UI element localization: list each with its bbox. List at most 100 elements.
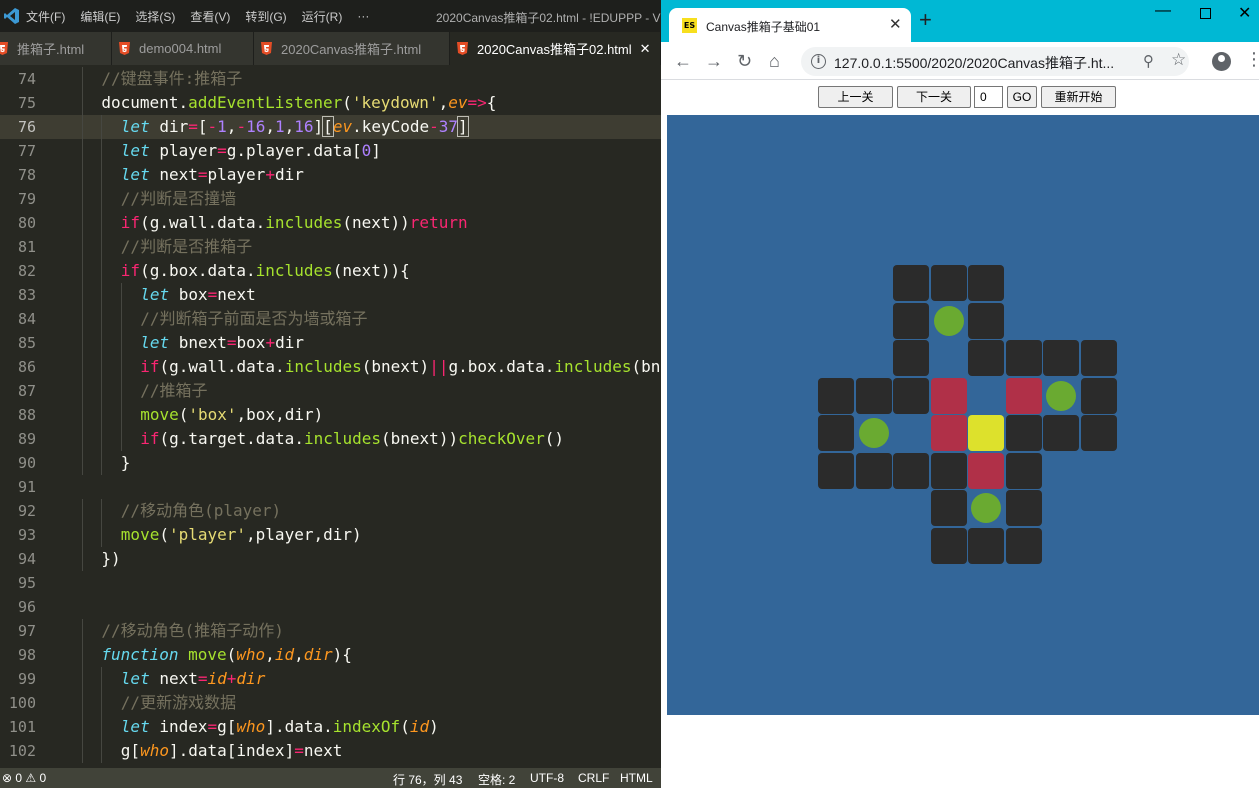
new-tab-button[interactable]: + [919,9,932,31]
code-line[interactable]: 94}) [0,547,661,571]
code-line[interactable]: 101 let index=g[who].data.indexOf(id) [0,715,661,739]
code-line[interactable]: 96 [0,595,661,619]
code-line[interactable]: 80 if(g.wall.data.includes(next))return [0,211,661,235]
code-line[interactable]: 88 move('box',box,dir) [0,403,661,427]
indent-guide [101,307,103,331]
code-line[interactable]: 76 let dir=[-1,-16,1,16][ev.keyCode-37] [0,115,661,139]
line-number: 92 [17,502,36,520]
line-number: 77 [17,142,36,160]
wall-tile [1005,452,1042,489]
box-tile [930,415,967,451]
menu-item[interactable]: 转到(G) [245,8,286,25]
restart-button[interactable]: 重新开始 [1041,86,1116,108]
cursor-position[interactable]: 行 76，列 43 [393,771,462,788]
address-bar[interactable]: i 127.0.0.1:5500/2020/2020Canvas推箱子.ht..… [801,47,1189,76]
problems-indicator[interactable]: ⊗ 0 ⚠ 0 [2,771,46,785]
code-line[interactable]: 90} [0,451,661,475]
menu-item[interactable]: ··· [357,9,369,23]
game-canvas[interactable] [667,115,1259,715]
code-line[interactable]: 79 //判断是否撞墙 [0,187,661,211]
code-text: let bnext=box+dir [140,333,304,352]
indent-guide [82,619,83,643]
code-text: let dir=[-1,-16,1,16][ev.keyCode-37] [120,116,469,137]
code-editor[interactable]: 74 //键盘事件:推箱子 75 document.addEventListener(… [0,65,661,768]
line-number: 90 [17,454,36,472]
back-icon[interactable]: ← [674,50,692,72]
indent-guide [82,547,83,571]
code-line[interactable]: 92 //移动角色(player) [0,499,661,523]
menu-item[interactable]: 运行(R) [302,8,343,25]
code-text: if(g.wall.data.includes(bnext)||g.box.da… [140,357,661,376]
code-line[interactable]: 81 //判断是否推箱子 [0,235,661,259]
menu-item[interactable]: 编辑(E) [80,8,120,25]
forward-icon[interactable]: → [705,50,723,72]
favicon-icon: ES [682,18,697,33]
language-mode[interactable]: HTML [620,771,653,785]
line-number: 101 [8,718,36,736]
code-line[interactable]: 95 [0,571,661,595]
line-number: 84 [17,310,36,328]
next-level-button[interactable]: 下一关 [897,86,971,108]
code-line[interactable]: 97 //移动角色(推箱子动作) [0,619,661,643]
home-icon[interactable]: ⌂ [769,50,780,72]
site-info-icon[interactable]: i [811,54,826,69]
code-line[interactable]: 78 let next=player+dir [0,163,661,187]
code-line[interactable]: 91 [0,475,661,499]
line-number: 93 [17,526,36,544]
minimize-icon[interactable]: — [1155,2,1171,20]
code-text: move('box',box,dir) [140,405,324,424]
code-line[interactable]: 85 let bnext=box+dir [0,331,661,355]
eol-setting[interactable]: CRLF [578,771,609,785]
code-line[interactable]: 82 if(g.box.data.includes(next)){ [0,259,661,283]
encoding-setting[interactable]: UTF-8 [530,771,564,785]
code-line[interactable]: 75 document.addEventListener('keydown',ev… [0,91,661,115]
code-line[interactable]: 83 let box=next [0,283,661,307]
reload-icon[interactable]: ↻ [737,50,752,72]
code-line[interactable]: 89 if(g.target.data.includes(bnext))check… [0,427,661,451]
line-number: 74 [17,70,36,88]
indent-guide [101,379,103,403]
code-text: move('player',player,dir) [120,525,362,544]
close-window-icon[interactable]: ✕ [1238,3,1251,23]
account-icon[interactable] [1212,52,1231,71]
code-line[interactable]: 102 g[who].data[index]=next [0,739,661,763]
level-input[interactable]: 0 [974,86,1003,108]
editor-tab-demo004[interactable]: demo004.html [112,32,254,65]
bookmark-star-icon[interactable]: ☆ [1171,50,1186,70]
wall-tile [893,265,929,301]
editor-tab-label: demo004.html [139,41,222,56]
menu-item[interactable]: 查看(V) [190,8,230,25]
go-button[interactable]: GO [1007,86,1037,108]
prev-level-button[interactable]: 上一关 [818,86,893,108]
code-line[interactable]: 93 move('player',player,dir) [0,523,661,547]
code-line[interactable]: 99 let next=id+dir [0,667,661,691]
maximize-icon[interactable] [1200,8,1211,19]
indentation-setting[interactable]: 空格: 2 [478,771,515,788]
zoom-icon[interactable]: ⚲ [1143,52,1154,70]
editor-tab-tuixiangzi[interactable]: 推箱子.html [0,32,112,65]
wall-tile [893,302,929,339]
code-line[interactable]: 84 //判断箱子前面是否为墙或箱子 [0,307,661,331]
close-tab-icon[interactable]: ✕ [889,15,902,33]
indent-guide [101,451,103,475]
code-text: //移动角色(推箱子动作) [101,621,284,640]
code-line[interactable]: 100 //更新游戏数据 [0,691,661,715]
indent-guide [101,523,103,547]
browser-menu-icon[interactable]: ⋮ [1245,49,1259,70]
code-line[interactable]: 87 //推箱子 [0,379,661,403]
menu-item[interactable]: 选择(S) [135,8,175,25]
wall-tile [855,377,892,414]
menu-item[interactable]: 文件(F) [26,8,65,25]
browser-tab[interactable]: ES Canvas推箱子基础01 ✕ [669,8,911,42]
code-line[interactable]: 86 if(g.wall.data.includes(bnext)||g.box.… [0,355,661,379]
code-line[interactable]: 74 //键盘事件:推箱子 [0,67,661,91]
code-line[interactable]: 98 function move(who,id,dir){ [0,643,661,667]
indent-guide [82,451,83,475]
page-content: 上一关 下一关 0 GO 重新开始 [661,81,1259,788]
code-line[interactable]: 77 let player=g.player.data[0] [0,139,661,163]
editor-tab-canvas-tuixiangzi[interactable]: 2020Canvas推箱子.html [254,32,450,65]
url-text[interactable]: 127.0.0.1:5500/2020/2020Canvas推箱子.ht... [834,53,1114,73]
code-text: let next=id+dir [120,669,266,688]
close-tab-icon[interactable]: ✕ [640,41,651,57]
editor-tab-canvas-tuixiangzi-02[interactable]: 2020Canvas推箱子02.html ✕ [450,32,661,65]
